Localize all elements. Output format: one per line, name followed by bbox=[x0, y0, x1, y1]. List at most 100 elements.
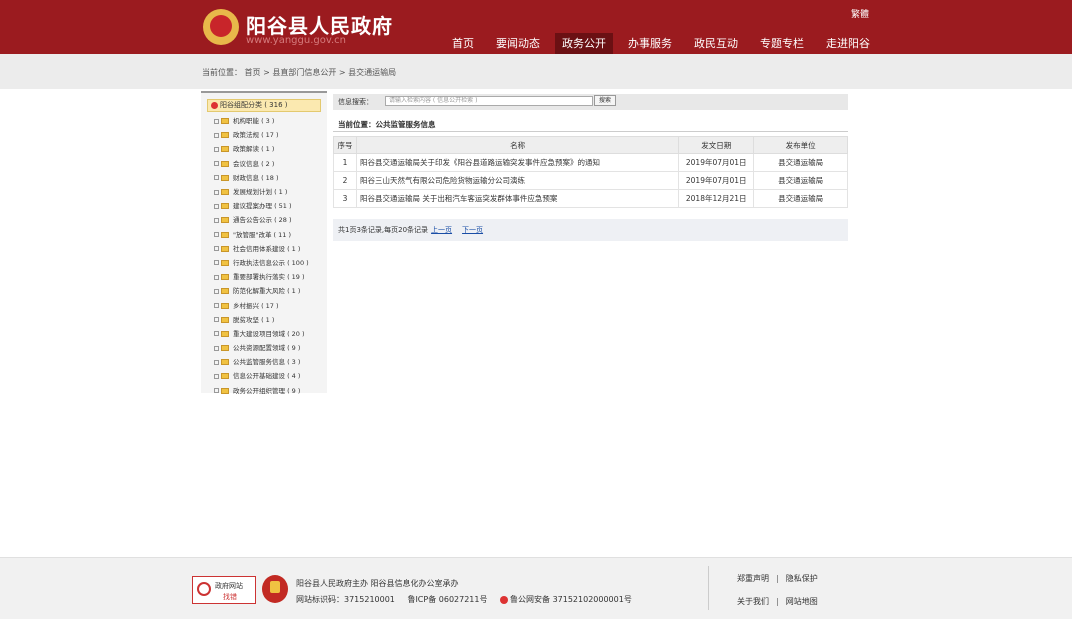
sidebar-item[interactable]: 政策法规 ( 17 ) bbox=[214, 128, 309, 142]
footer-registration: 网站标识码：3715210001 鲁ICP备 06027211号 鲁公网安备 3… bbox=[296, 594, 632, 605]
traditional-chinese-link[interactable]: 繁體 bbox=[851, 7, 869, 20]
sidebar-item-label: 机构职能 ( 3 ) bbox=[233, 117, 275, 126]
sidebar-item-label: 会议信息 ( 2 ) bbox=[233, 159, 275, 168]
folder-icon bbox=[221, 359, 229, 366]
expand-icon[interactable] bbox=[214, 175, 219, 181]
gov-badge-line2: 找错 bbox=[223, 593, 237, 601]
folder-icon bbox=[221, 146, 229, 153]
sidebar-item[interactable]: 财政信息 ( 18 ) bbox=[214, 171, 309, 185]
folder-icon bbox=[221, 288, 229, 295]
document-link[interactable]: 阳谷三山天然气有限公司危险货物运输分公司演练 bbox=[355, 171, 680, 190]
search-button[interactable]: 搜索 bbox=[594, 95, 616, 106]
expand-icon[interactable] bbox=[214, 146, 219, 152]
sidebar-item[interactable]: 信息公开基础建设 ( 4 ) bbox=[214, 369, 309, 383]
folder-icon bbox=[221, 316, 229, 323]
sidebar-item[interactable]: 重要部署执行落实 ( 19 ) bbox=[214, 270, 309, 284]
sidebar-item[interactable]: 脱贫攻坚 ( 1 ) bbox=[214, 313, 309, 327]
sidebar-item[interactable]: 公共监管服务信息 ( 3 ) bbox=[214, 355, 309, 369]
expand-icon[interactable] bbox=[214, 388, 219, 394]
sidebar-item-label: 政务公开组织管理 ( 9 ) bbox=[233, 386, 301, 395]
sidebar-item-label: 公共监管服务信息 ( 3 ) bbox=[233, 358, 301, 367]
nav-interaction[interactable]: 政民互动 bbox=[687, 33, 745, 54]
sidebar-item[interactable]: 公共资源配置领域 ( 9 ) bbox=[214, 341, 309, 355]
sidebar-item[interactable]: 政策解读 ( 1 ) bbox=[214, 142, 309, 156]
expand-icon[interactable] bbox=[214, 132, 219, 138]
expand-icon[interactable] bbox=[214, 260, 219, 266]
pager-summary: 共1页3条记录,每页20条记录 bbox=[338, 226, 429, 234]
main-nav: 首页 要闻动态 政务公开 办事服务 政民互动 专题专栏 走进阳谷 bbox=[445, 33, 885, 54]
sidebar-item-label: 建议提案办理 ( 51 ) bbox=[233, 202, 292, 211]
sitemap-link[interactable]: 网站地图 bbox=[786, 597, 818, 606]
nav-topics[interactable]: 专题专栏 bbox=[753, 33, 811, 54]
folder-icon bbox=[221, 274, 229, 281]
police-record[interactable]: 鲁公网安备 37152102000001号 bbox=[500, 595, 632, 604]
expand-icon[interactable] bbox=[214, 118, 219, 124]
sidebar-item-label: 信息公开基础建设 ( 4 ) bbox=[233, 372, 301, 381]
magnifier-icon bbox=[197, 582, 211, 596]
column-header-unit: 发布单位 bbox=[753, 136, 848, 154]
sidebar-item[interactable]: 政务公开组织管理 ( 9 ) bbox=[214, 384, 309, 398]
expand-icon[interactable] bbox=[214, 373, 219, 379]
nav-gov-affairs[interactable]: 政务公开 bbox=[555, 33, 613, 54]
expand-icon[interactable] bbox=[214, 246, 219, 252]
folder-icon bbox=[221, 345, 229, 352]
search-input[interactable]: 请输入检索内容 ( 信息公开检索 ) bbox=[385, 96, 593, 106]
nav-about-yanggu[interactable]: 走进阳谷 bbox=[819, 33, 877, 54]
document-link[interactable]: 阳谷县交通运输局 关于出租汽车客运突发群体事件应急预案 bbox=[355, 189, 680, 208]
sidebar-item[interactable]: 社会信用体系建设 ( 1 ) bbox=[214, 242, 309, 256]
expand-icon[interactable] bbox=[214, 288, 219, 294]
breadcrumb[interactable]: 当前位置： 首页 > 县直部门信息公开 > 县交通运输局 bbox=[202, 67, 396, 78]
expand-icon[interactable] bbox=[214, 359, 219, 365]
row-number: 1 bbox=[333, 153, 357, 172]
expand-icon[interactable] bbox=[214, 232, 219, 238]
nav-home[interactable]: 首页 bbox=[445, 33, 481, 54]
folder-icon bbox=[221, 302, 229, 309]
folder-icon bbox=[221, 118, 229, 125]
disclaimer-link[interactable]: 郑重声明 bbox=[737, 574, 769, 583]
site-code: 网站标识码：3715210001 bbox=[296, 595, 395, 604]
sidebar-root-item[interactable]: 阳谷组配分类 ( 316 ) bbox=[207, 99, 321, 112]
party-gov-badge-icon[interactable] bbox=[262, 575, 288, 603]
about-link[interactable]: 关于我们 bbox=[737, 597, 769, 606]
sidebar-item[interactable]: 重大建设项目领域 ( 20 ) bbox=[214, 327, 309, 341]
folder-icon bbox=[221, 160, 229, 167]
expand-icon[interactable] bbox=[214, 303, 219, 309]
sidebar-item[interactable]: 会议信息 ( 2 ) bbox=[214, 157, 309, 171]
next-page-link[interactable]: 下一页 bbox=[462, 226, 483, 234]
column-header-date: 发文日期 bbox=[678, 136, 755, 154]
gov-site-error-report-badge[interactable]: 政府网站 找错 bbox=[192, 576, 256, 604]
expand-icon[interactable] bbox=[214, 274, 219, 280]
expand-icon[interactable] bbox=[214, 161, 219, 167]
sidebar-item[interactable]: "放管服"改革 ( 11 ) bbox=[214, 228, 309, 242]
nav-news[interactable]: 要闻动态 bbox=[489, 33, 547, 54]
sidebar-item-label: 行政执法信息公示 ( 100 ) bbox=[233, 258, 309, 267]
expand-icon[interactable] bbox=[214, 317, 219, 323]
search-label: 信息搜索： bbox=[338, 98, 373, 106]
expand-icon[interactable] bbox=[214, 331, 219, 337]
sidebar-item[interactable]: 通告公告公示 ( 28 ) bbox=[214, 213, 309, 227]
sidebar-item-label: "放管服"改革 ( 11 ) bbox=[233, 230, 292, 239]
sidebar-item[interactable]: 防范化解重大风险 ( 1 ) bbox=[214, 284, 309, 298]
logo[interactable] bbox=[203, 9, 239, 45]
root-marker-icon bbox=[211, 102, 218, 109]
expand-icon[interactable] bbox=[214, 203, 219, 209]
icp-number[interactable]: 鲁ICP备 06027211号 bbox=[407, 595, 487, 604]
sidebar-item[interactable]: 乡村振兴 ( 17 ) bbox=[214, 298, 309, 312]
police-record-label: 鲁公网安备 37152102000001号 bbox=[510, 595, 632, 604]
sidebar-item[interactable]: 发展规划计划 ( 1 ) bbox=[214, 185, 309, 199]
sidebar-item[interactable]: 机构职能 ( 3 ) bbox=[214, 114, 309, 128]
expand-icon[interactable] bbox=[214, 217, 219, 223]
document-link[interactable]: 阳谷县交通运输局关于印发《阳谷县道路运输突发事件应急预案》的通知 bbox=[355, 153, 680, 172]
prev-page-link[interactable]: 上一页 bbox=[431, 226, 452, 234]
pager: 共1页3条记录,每页20条记录 上一页 下一页 bbox=[333, 219, 848, 241]
nav-services[interactable]: 办事服务 bbox=[621, 33, 679, 54]
privacy-link[interactable]: 隐私保护 bbox=[786, 574, 818, 583]
row-unit: 县交通运输局 bbox=[753, 153, 848, 172]
expand-icon[interactable] bbox=[214, 345, 219, 351]
expand-icon[interactable] bbox=[214, 189, 219, 195]
folder-icon bbox=[221, 259, 229, 266]
sidebar-item[interactable]: 行政执法信息公示 ( 100 ) bbox=[214, 256, 309, 270]
sidebar-item-label: 公共资源配置领域 ( 9 ) bbox=[233, 344, 301, 353]
site-domain: www.yanggu.gov.cn bbox=[246, 35, 347, 46]
sidebar-item[interactable]: 建议提案办理 ( 51 ) bbox=[214, 199, 309, 213]
